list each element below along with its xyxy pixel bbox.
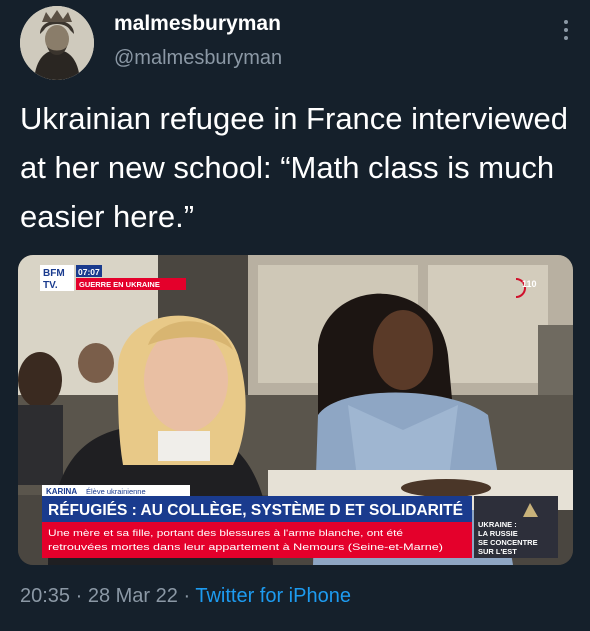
- channel-logo-bottom: TV.: [43, 280, 58, 291]
- channel-number: 110: [522, 279, 537, 289]
- user-handle[interactable]: @malmesburyman: [114, 47, 282, 70]
- tweet-media[interactable]: BFM TV. 07:07 GUERRE EN UKRAINE 110 KARI…: [18, 255, 573, 565]
- side-line-3: SE CONCENTRE: [478, 538, 538, 547]
- display-name[interactable]: malmesburyman: [114, 12, 281, 36]
- headline: RÉFUGIÉS : AU COLLÈGE, SYSTÈME D ET SOLI…: [48, 502, 463, 519]
- ticker-line-2: retrouvées mortes dans leur appartement …: [48, 542, 443, 553]
- tweet-time[interactable]: 20:35: [20, 585, 70, 607]
- avatar-portrait-icon: [20, 6, 94, 80]
- tweet-date[interactable]: 28 Mar 22: [88, 585, 178, 607]
- tweet-source-link[interactable]: Twitter for iPhone: [195, 585, 351, 607]
- program-tag: GUERRE EN UKRAINE: [79, 280, 160, 289]
- side-line-4: SUR L'EST: [478, 547, 517, 556]
- channel-logo-top: BFM: [43, 268, 65, 279]
- person-name: KARINA: [46, 487, 77, 496]
- avatar[interactable]: [20, 6, 94, 80]
- side-line-2: LA RUSSIE: [478, 529, 518, 538]
- ticker-line-1: Une mère et sa fille, portant des blessu…: [48, 528, 403, 539]
- video-frame: BFM TV. 07:07 GUERRE EN UKRAINE 110 KARI…: [18, 255, 573, 565]
- side-line-1: UKRAINE :: [478, 520, 517, 529]
- tweet-timestamp[interactable]: 20:35 · 28 Mar 22 · Twitter for iPhone: [20, 585, 351, 608]
- separator: ·: [177, 585, 196, 607]
- person-role: Élève ukrainienne: [86, 487, 146, 496]
- separator: ·: [70, 585, 88, 607]
- tweet-text: Ukrainian refugee in France interviewed …: [20, 101, 568, 234]
- more-options-icon[interactable]: [564, 20, 568, 44]
- time-badge: 07:07: [78, 267, 100, 277]
